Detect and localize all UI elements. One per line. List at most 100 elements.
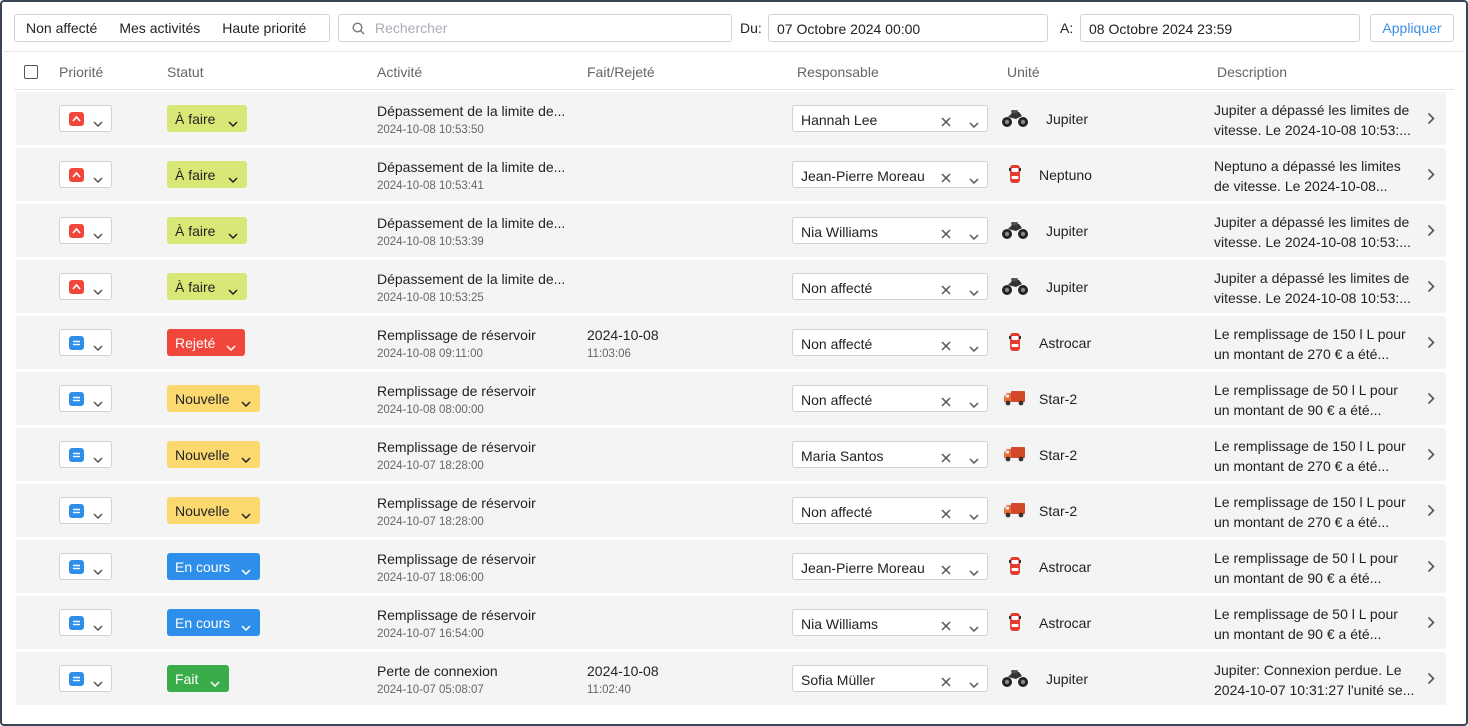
responsible-name: Non affecté [801,504,873,520]
chevron-down-icon[interactable] [969,507,979,523]
responsible-select[interactable]: Maria Santos [792,441,988,468]
clear-icon[interactable] [941,450,951,466]
chevron-down-icon[interactable] [969,675,979,691]
chevron-right-icon[interactable] [1427,168,1435,184]
chevron-right-icon[interactable] [1427,112,1435,128]
column-description[interactable]: Description [1217,64,1287,80]
status-label: À faire [175,223,216,239]
status-dropdown[interactable]: À faire [167,105,247,132]
chevron-down-icon [93,562,103,578]
status-dropdown[interactable]: À faire [167,273,247,300]
responsible-select[interactable]: Non affecté [792,385,988,412]
responsible-select[interactable]: Non affecté [792,329,988,356]
from-date-input[interactable]: 07 Octobre 2024 00:00 [768,14,1048,42]
priority-select[interactable] [59,105,112,132]
chevron-right-icon[interactable] [1427,224,1435,240]
clear-icon[interactable] [941,114,951,130]
select-all-checkbox[interactable] [24,65,38,79]
responsible-select[interactable]: Jean-Pierre Moreau [792,161,988,188]
priority-select[interactable] [59,609,112,636]
chevron-down-icon[interactable] [969,339,979,355]
clear-icon[interactable] [941,562,951,578]
priority-select[interactable] [59,217,112,244]
clear-icon[interactable] [941,170,951,186]
chevron-down-icon[interactable] [969,227,979,243]
responsible-select[interactable]: Jean-Pierre Moreau [792,553,988,580]
table-row[interactable]: À faire Dépassement de la limite de... 2… [16,92,1446,145]
filter-high-priority[interactable]: Haute priorité [211,20,317,36]
chevron-down-icon[interactable] [969,115,979,131]
column-done-rejected[interactable]: Fait/Rejeté [587,64,655,80]
chevron-down-icon[interactable] [969,171,979,187]
search-input[interactable] [375,20,705,36]
clear-icon[interactable] [941,394,951,410]
clear-icon[interactable] [941,618,951,634]
table-row[interactable]: À faire Dépassement de la limite de... 2… [16,148,1446,201]
priority-select[interactable] [59,273,112,300]
status-dropdown[interactable]: Nouvelle [167,441,260,468]
clear-icon[interactable] [941,674,951,690]
status-label: À faire [175,279,216,295]
chevron-right-icon[interactable] [1427,672,1435,688]
column-priority[interactable]: Priorité [59,64,103,80]
clear-icon[interactable] [941,282,951,298]
table-row[interactable]: Nouvelle Remplissage de réservoir 2024-1… [16,428,1446,481]
chevron-down-icon[interactable] [969,451,979,467]
table-row[interactable]: Nouvelle Remplissage de réservoir 2024-1… [16,372,1446,425]
column-activity[interactable]: Activité [377,64,422,80]
chevron-down-icon[interactable] [969,619,979,635]
chevron-down-icon[interactable] [969,395,979,411]
responsible-select[interactable]: Nia Williams [792,609,988,636]
apply-button[interactable]: Appliquer [1370,14,1454,42]
table-row[interactable]: En cours Remplissage de réservoir 2024-1… [16,540,1446,593]
status-dropdown[interactable]: Nouvelle [167,385,260,412]
priority-select[interactable] [59,385,112,412]
table-row[interactable]: À faire Dépassement de la limite de... 2… [16,204,1446,257]
column-status[interactable]: Statut [167,64,204,80]
status-dropdown[interactable]: À faire [167,161,247,188]
priority-select[interactable] [59,329,112,356]
responsible-select[interactable]: Non affecté [792,497,988,524]
filter-unassigned[interactable]: Non affecté [15,20,108,36]
status-label: À faire [175,111,216,127]
table-row[interactable]: En cours Remplissage de réservoir 2024-1… [16,596,1446,649]
responsible-select[interactable]: Non affecté [792,273,988,300]
clear-icon[interactable] [941,338,951,354]
priority-select[interactable] [59,665,112,692]
chevron-down-icon[interactable] [969,563,979,579]
chevron-right-icon[interactable] [1427,336,1435,352]
priority-select[interactable] [59,161,112,188]
responsible-select[interactable]: Hannah Lee [792,105,988,132]
chevron-right-icon[interactable] [1427,280,1435,296]
responsible-select[interactable]: Nia Williams [792,217,988,244]
search-box[interactable] [338,14,732,42]
table-row[interactable]: Fait Perte de connexion 2024-10-07 05:08… [16,652,1446,705]
priority-normal-icon [69,448,84,462]
priority-select[interactable] [59,553,112,580]
status-dropdown[interactable]: Fait [167,665,229,692]
table-row[interactable]: À faire Dépassement de la limite de... 2… [16,260,1446,313]
filter-my-activities[interactable]: Mes activités [108,20,211,36]
status-dropdown[interactable]: En cours [167,609,260,636]
status-dropdown[interactable]: Rejeté [167,329,245,356]
clear-icon[interactable] [941,506,951,522]
column-responsible[interactable]: Responsable [797,64,879,80]
column-unit[interactable]: Unité [1007,64,1040,80]
priority-select[interactable] [59,497,112,524]
table-row[interactable]: Nouvelle Remplissage de réservoir 2024-1… [16,484,1446,537]
chevron-down-icon[interactable] [969,283,979,299]
status-dropdown[interactable]: Nouvelle [167,497,260,524]
chevron-down-icon [228,226,238,242]
to-date-input[interactable]: 08 Octobre 2024 23:59 [1080,14,1360,42]
table-row[interactable]: Rejeté Remplissage de réservoir 2024-10-… [16,316,1446,369]
priority-select[interactable] [59,441,112,468]
responsible-select[interactable]: Sofia Müller [792,665,988,692]
clear-icon[interactable] [941,226,951,242]
chevron-right-icon[interactable] [1427,448,1435,464]
chevron-right-icon[interactable] [1427,616,1435,632]
chevron-right-icon[interactable] [1427,560,1435,576]
status-dropdown[interactable]: À faire [167,217,247,244]
chevron-right-icon[interactable] [1427,392,1435,408]
chevron-right-icon[interactable] [1427,504,1435,520]
status-dropdown[interactable]: En cours [167,553,260,580]
